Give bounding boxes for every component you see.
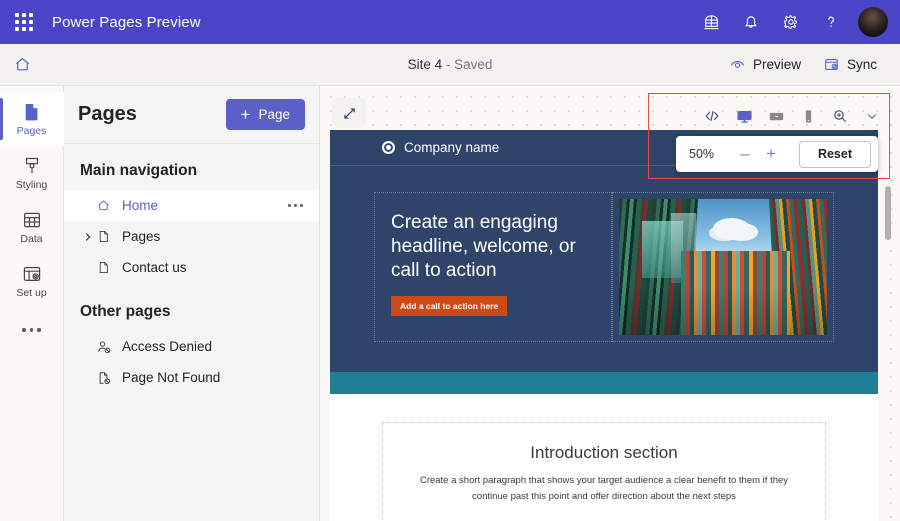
page-title: Pages <box>78 103 137 125</box>
sync-icon <box>823 56 840 73</box>
accent-bar <box>330 372 878 394</box>
avatar[interactable] <box>858 7 888 37</box>
pages-panel-header: Pages + Page <box>64 86 319 144</box>
setup-icon <box>21 263 43 285</box>
photo-cloud <box>712 218 751 240</box>
main-navigation-title: Main navigation <box>80 162 198 179</box>
hero-cta-button[interactable]: Add a call to action here <box>391 295 508 316</box>
plus-icon: + <box>240 105 251 124</box>
design-canvas: 50% – + Reset Company name Create an eng… <box>320 86 900 521</box>
nav-item-more-icon[interactable] <box>288 204 309 207</box>
photo-shading <box>619 286 827 335</box>
nav-label-home: Home <box>122 198 159 213</box>
home-icon[interactable] <box>0 44 44 86</box>
rail-label-data: Data <box>20 233 43 246</box>
view-toolbar <box>698 100 886 132</box>
preview-label: Preview <box>752 57 801 72</box>
nav-item-page-not-found[interactable]: Page Not Found <box>64 362 319 393</box>
hero-image-block[interactable] <box>612 192 834 342</box>
brush-icon <box>21 155 43 177</box>
rail-label-pages: Pages <box>16 125 47 138</box>
bell-icon[interactable] <box>734 5 768 39</box>
file-blocked-icon <box>96 370 122 386</box>
logo-placeholder-icon <box>382 141 395 154</box>
zoom-out-button[interactable]: – <box>732 140 758 168</box>
app-title: Power Pages Preview <box>52 13 201 31</box>
help-icon[interactable] <box>814 5 848 39</box>
preview-button[interactable]: Preview <box>720 51 810 78</box>
chevron-down-icon[interactable] <box>858 102 886 130</box>
power-pages-app: Power Pages Preview Site 4 - Saved Previ… <box>0 0 900 521</box>
rail-item-setup[interactable]: Set up <box>0 254 64 308</box>
magnifier-plus-icon[interactable] <box>826 102 854 130</box>
zoom-level-value: 50% <box>689 147 715 161</box>
add-page-label: Page <box>258 107 290 122</box>
desktop-view-button[interactable] <box>730 102 758 130</box>
nav-item-home[interactable]: Home <box>64 190 319 221</box>
add-page-button[interactable]: + Page <box>225 99 305 130</box>
sync-label: Sync <box>846 57 877 72</box>
home-icon <box>96 198 122 213</box>
command-bar-actions: Preview Sync <box>720 51 900 78</box>
top-app-bar: Power Pages Preview <box>0 0 900 44</box>
table-icon <box>21 209 43 231</box>
hero-headline: Create an engaging headline, welcome, or… <box>391 212 576 281</box>
intro-section-wrapper: Introduction section Create a short para… <box>330 394 878 521</box>
file-icon <box>96 229 122 244</box>
rail-item-styling[interactable]: Styling <box>0 146 64 200</box>
pages-panel: Pages + Page Main navigation Home Pages … <box>64 86 320 521</box>
hero-section: Create an engaging headline, welcome, or… <box>330 166 878 372</box>
nav-item-access-denied[interactable]: Access Denied <box>64 331 319 362</box>
nav-item-contact-us[interactable]: Contact us <box>64 252 319 283</box>
left-rail: Pages Styling Data Set up <box>0 86 64 521</box>
code-view-button[interactable] <box>698 102 726 130</box>
site-preview: Company name Create an engaging headline… <box>330 130 878 521</box>
mobile-view-button[interactable] <box>794 102 822 130</box>
tablet-view-button[interactable] <box>762 102 790 130</box>
site-name: Site 4 <box>407 57 443 72</box>
page-icon <box>21 101 43 123</box>
app-launcher-icon[interactable] <box>10 13 38 31</box>
zoom-reset-button[interactable]: Reset <box>798 140 871 168</box>
nav-label-page-not-found: Page Not Found <box>122 370 221 385</box>
nav-label-access-denied: Access Denied <box>122 339 213 354</box>
canvas-scrollbar[interactable] <box>885 186 891 240</box>
hero-text-block[interactable]: Create an engaging headline, welcome, or… <box>374 192 612 342</box>
rail-label-styling: Styling <box>15 179 48 192</box>
gear-icon[interactable] <box>774 5 808 39</box>
sync-button[interactable]: Sync <box>814 51 886 78</box>
environment-icon[interactable] <box>694 5 728 39</box>
hero-image <box>619 199 827 335</box>
person-blocked-icon <box>96 339 122 355</box>
pages-panel-body: Main navigation Home Pages Contact us Ot… <box>64 144 319 393</box>
file-icon <box>96 260 122 275</box>
zoom-in-button[interactable]: + <box>758 140 784 168</box>
rail-item-pages[interactable]: Pages <box>0 92 64 146</box>
intro-title: Introduction section <box>530 443 678 462</box>
intro-section[interactable]: Introduction section Create a short para… <box>382 422 826 521</box>
rail-label-setup: Set up <box>16 287 47 300</box>
intro-text: Create a short paragraph that shows your… <box>419 475 789 503</box>
rail-item-data[interactable]: Data <box>0 200 64 254</box>
top-bar-actions <box>694 5 900 39</box>
nav-label-pages: Pages <box>122 229 161 244</box>
expand-diagonal-icon[interactable] <box>332 98 366 128</box>
nav-item-pages[interactable]: Pages <box>64 221 319 252</box>
company-name: Company name <box>404 140 500 155</box>
command-bar: Site 4 - Saved Preview Sync <box>0 44 900 86</box>
rail-overflow-icon[interactable] <box>0 308 64 352</box>
chevron-right-icon[interactable] <box>80 232 96 242</box>
nav-label-contact-us: Contact us <box>122 260 187 275</box>
other-pages-title: Other pages <box>80 303 171 320</box>
save-state: - Saved <box>442 57 493 72</box>
zoom-popup: 50% – + Reset <box>676 136 878 172</box>
preview-eye-icon <box>729 56 746 73</box>
